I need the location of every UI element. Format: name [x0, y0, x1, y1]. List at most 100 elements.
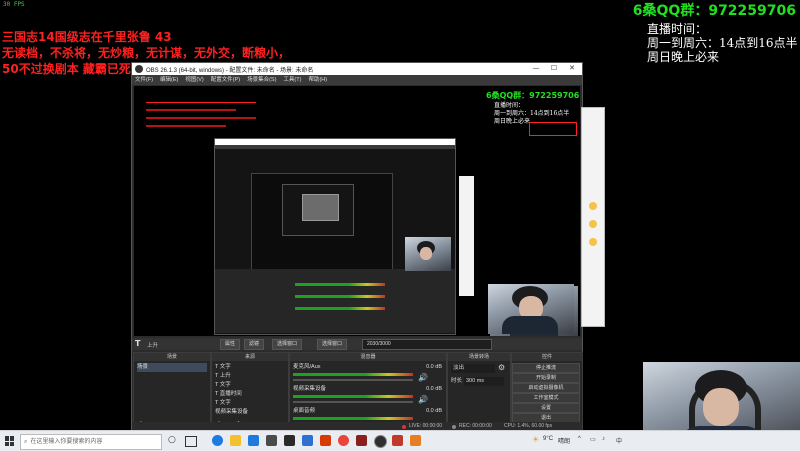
- app-icon[interactable]: [392, 435, 403, 446]
- weather-desc[interactable]: 晴朗: [558, 436, 570, 445]
- menu-profile[interactable]: 配置文件(P): [211, 77, 240, 83]
- mixer-meter: [293, 395, 413, 398]
- obs-window[interactable]: OBS 26.1.3 (64-bit, windows) - 配置文件: 未命名…: [131, 62, 583, 432]
- sources-dock: 来源 T 文字 T 上升 T 文字 T 直播时间 T 文字 视频采集设备 ＋ −…: [211, 352, 289, 431]
- mixer-track-name: 视频采集设备: [293, 386, 327, 392]
- explorer-icon[interactable]: [230, 435, 241, 446]
- challenge-text-line-1: 三国志14国级志在千里张鲁 43: [2, 30, 172, 44]
- virtual-camera-button[interactable]: 启动虚拟摄像机: [512, 383, 580, 393]
- volume-slider[interactable]: [293, 379, 413, 381]
- speaker-icon[interactable]: 🔊: [418, 373, 428, 382]
- controls-dock-title: 控件: [512, 353, 582, 361]
- source-item[interactable]: T 文字: [215, 363, 231, 372]
- close-button[interactable]: ✕: [566, 64, 578, 74]
- scene-item[interactable]: 场景: [137, 363, 207, 372]
- scenes-dock-title: 场景: [134, 353, 210, 361]
- menu-tools[interactable]: 工具(T): [283, 77, 301, 83]
- menu-view[interactable]: 视图(V): [185, 77, 203, 83]
- menu-file[interactable]: 文件(F): [135, 77, 153, 83]
- app-icon[interactable]: [302, 435, 313, 446]
- stop-streaming-button[interactable]: 停止推流: [512, 363, 580, 373]
- select-window-button[interactable]: 选择窗口: [272, 339, 303, 350]
- tray-chevron-icon[interactable]: ^: [578, 436, 581, 442]
- select-window-button-2[interactable]: 选择窗口: [317, 339, 348, 350]
- volume-slider[interactable]: [293, 401, 413, 403]
- app-icon[interactable]: [266, 435, 277, 446]
- nested-controls-strip: [215, 269, 455, 333]
- background-window-icon: [589, 202, 597, 210]
- select-window-label: 选择窗口: [277, 341, 298, 347]
- widgets-icon[interactable]: [185, 436, 197, 447]
- qq-group-label: 6桑QQ群：972259706: [633, 0, 796, 20]
- schedule-title: 直播时间：: [647, 22, 708, 36]
- source-item[interactable]: 视频采集设备: [215, 408, 248, 417]
- background-window[interactable]: [581, 107, 605, 327]
- minimize-button[interactable]: —: [530, 64, 542, 74]
- taskbar-search-box[interactable]: ⌕ 在这里输入你要搜索的内容: [20, 434, 162, 450]
- ime-indicator[interactable]: 中: [616, 436, 622, 445]
- filters-label: 滤镜: [249, 341, 260, 347]
- menu-help[interactable]: 帮助(H): [308, 77, 327, 83]
- edge-icon[interactable]: [212, 435, 223, 446]
- source-item[interactable]: T 直播时间: [215, 390, 242, 399]
- weather-temp[interactable]: 9°C: [543, 436, 553, 442]
- source-item[interactable]: T 文字: [215, 381, 231, 390]
- gear-icon[interactable]: ⚙: [498, 363, 505, 372]
- weather-icon[interactable]: ☀: [532, 435, 539, 444]
- office-icon[interactable]: [320, 435, 331, 446]
- mixer-track-db: 0.0 dB: [426, 364, 442, 370]
- transition-select[interactable]: 淡出: [451, 364, 495, 373]
- game-icon[interactable]: [356, 435, 367, 446]
- properties-button[interactable]: 属性: [220, 339, 241, 350]
- mixer-track-name: 桌面音频: [293, 408, 316, 414]
- nested-schedule-weekday: 周一到周六：14点到16点半: [494, 110, 570, 117]
- nested-obs-window: [214, 138, 456, 335]
- properties-label: 属性: [225, 341, 236, 347]
- sources-dock-title: 来源: [212, 353, 288, 361]
- qq-group-prefix: 6桑QQ群：: [632, 3, 709, 19]
- filters-button[interactable]: 滤镜: [244, 339, 265, 350]
- settings-button[interactable]: 设置: [512, 403, 580, 413]
- fps-counter: 30 FPS: [3, 1, 25, 8]
- mixer-dock-title: 混音器: [290, 353, 446, 361]
- chrome-icon[interactable]: [338, 435, 349, 446]
- scene-value-field[interactable]: 2030/3000: [362, 339, 492, 350]
- background-window-icon: [589, 220, 597, 228]
- live-indicator: [402, 425, 406, 429]
- windows-start-icon[interactable]: [5, 436, 15, 446]
- network-icon[interactable]: ▭: [590, 436, 596, 443]
- transitions-dock-title: 场景转场: [448, 353, 510, 361]
- duration-input[interactable]: 300 ms: [464, 377, 504, 386]
- mixer-track-db: 0.0 dB: [426, 408, 442, 414]
- app-icon[interactable]: [410, 435, 421, 446]
- webcam-inset: [488, 284, 574, 334]
- selected-source-label: 上升: [147, 343, 159, 349]
- app-icon[interactable]: [284, 435, 295, 446]
- obs-menubar: 文件(F) 编辑(E) 视图(V) 配置文件(P) 场景集合(S) 工具(T) 帮助(H): [132, 75, 582, 85]
- mixer-meter: [293, 373, 413, 376]
- rec-indicator: [452, 425, 456, 429]
- nested-preview-inner: [251, 173, 393, 275]
- obs-icon[interactable]: [374, 435, 387, 448]
- nested-qq-prefix: 6桑QQ群：: [486, 91, 530, 100]
- task-view-icon[interactable]: ○: [168, 435, 176, 445]
- store-icon[interactable]: [248, 435, 259, 446]
- nested-qq-number: 972259706: [529, 91, 580, 100]
- schedule-weekday: 周一到周六：14点到16点半: [647, 36, 798, 50]
- obs-titlebar[interactable]: OBS 26.1.3 (64-bit, windows) - 配置文件: 未命名…: [132, 63, 582, 75]
- maximize-button[interactable]: ☐: [548, 64, 560, 74]
- studio-mode-button[interactable]: 工作室模式: [512, 393, 580, 403]
- mixer-track-name: 麦克风/Aux: [293, 364, 321, 370]
- volume-icon[interactable]: ♪: [602, 436, 605, 442]
- start-recording-button[interactable]: 开始录制: [512, 373, 580, 383]
- menu-scene-collection[interactable]: 场景集合(S): [247, 77, 276, 83]
- source-item[interactable]: T 上升: [215, 372, 231, 381]
- speaker-icon[interactable]: 🔊: [418, 395, 428, 404]
- obs-app-icon: [135, 65, 143, 73]
- search-placeholder: 在这里输入你要搜索的内容: [30, 439, 103, 445]
- menu-edit[interactable]: 编辑(E): [160, 77, 178, 83]
- mixer-dock: 混音器 麦克风/Aux 0.0 dB 🔊 视频采集设备 0.0 dB 🔊 桌面音…: [289, 352, 447, 431]
- source-item[interactable]: T 文字: [215, 399, 231, 408]
- nested-red-text: [146, 102, 256, 137]
- background-window-icon: [589, 238, 597, 246]
